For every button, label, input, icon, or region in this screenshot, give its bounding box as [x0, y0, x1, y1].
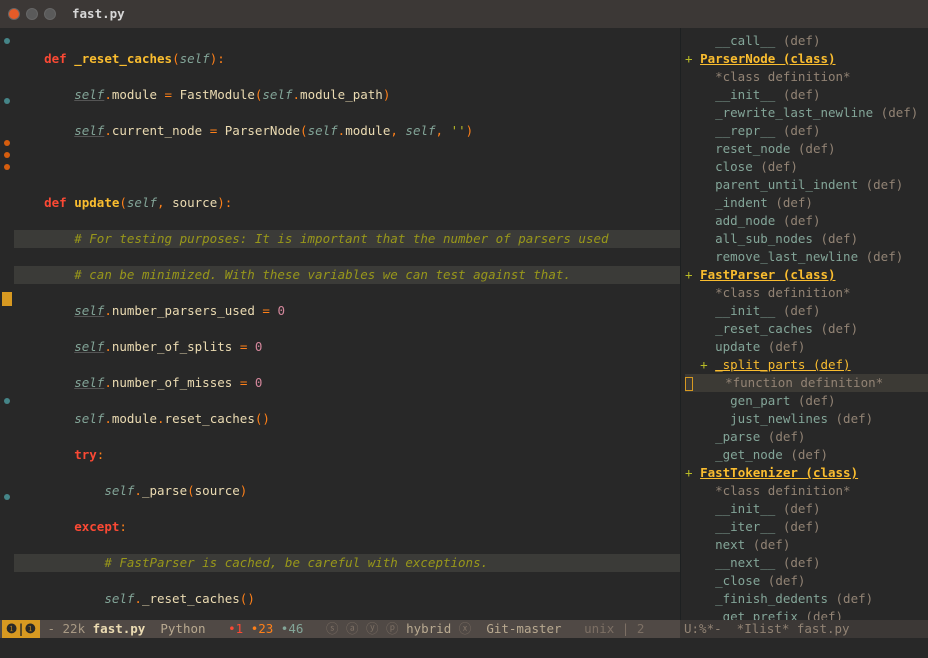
outline-item[interactable]: just_newlines (def) — [685, 410, 928, 428]
outline-item[interactable]: *function definition* — [685, 374, 928, 392]
flycheck-error: •1 — [213, 620, 243, 638]
outline-item[interactable]: remove_last_newline (def) — [685, 248, 928, 266]
outline-item[interactable]: _get_prefix (def) — [685, 608, 928, 620]
gutter-dot — [4, 494, 10, 500]
outline-item[interactable]: *class definition* — [685, 68, 928, 86]
buffer-name: fast.py — [93, 620, 146, 638]
titlebar: fast.py — [0, 0, 928, 28]
minor-modes: ⓢ ⓐ ⓨ ⓟ — [318, 620, 406, 638]
xmark-icon: ⓧ — [451, 620, 486, 638]
outline-item[interactable]: update (def) — [685, 338, 928, 356]
close-icon[interactable] — [8, 8, 20, 20]
outline-item[interactable]: __iter__ (def) — [685, 518, 928, 536]
gutter-dot — [4, 140, 10, 146]
minimize-icon[interactable] — [26, 8, 38, 20]
window-title: fast.py — [72, 5, 125, 23]
outline-item[interactable]: _parse (def) — [685, 428, 928, 446]
fringe — [0, 28, 14, 620]
cursor-marker — [2, 292, 12, 306]
outline-item[interactable]: __init__ (def) — [685, 302, 928, 320]
outline-item[interactable]: + _split_parts (def) — [685, 356, 928, 374]
outline-item[interactable]: all_sub_nodes (def) — [685, 230, 928, 248]
modeline-right[interactable]: U:%*- *Ilist* fast.py — [680, 620, 928, 638]
outline-item[interactable]: _get_node (def) — [685, 446, 928, 464]
outline-item[interactable]: _close (def) — [685, 572, 928, 590]
outline-item[interactable]: __init__ (def) — [685, 500, 928, 518]
encoding: unix | 2 — [562, 620, 645, 638]
outline-item[interactable]: _reset_caches (def) — [685, 320, 928, 338]
outline-item[interactable]: *class definition* — [685, 482, 928, 500]
modeline-left[interactable]: ❶|❶ - 22k fast.py Python •1 •23 •46 ⓢ ⓐ … — [0, 620, 680, 638]
outline-item[interactable]: reset_node (def) — [685, 140, 928, 158]
outline-item[interactable]: _finish_dedents (def) — [685, 590, 928, 608]
outline-item[interactable]: parent_until_indent (def) — [685, 176, 928, 194]
outline-item[interactable]: __call__ (def) — [685, 32, 928, 50]
vc-branch: Git-master — [486, 620, 561, 638]
outline-item[interactable]: __repr__ (def) — [685, 122, 928, 140]
outline-item[interactable]: next (def) — [685, 536, 928, 554]
gutter-dot — [4, 152, 10, 158]
minibuffer[interactable] — [0, 638, 928, 658]
flycheck-info: •46 — [273, 620, 318, 638]
outline-item[interactable]: __next__ (def) — [685, 554, 928, 572]
outline-item[interactable]: close (def) — [685, 158, 928, 176]
flycheck-warn: •23 — [243, 620, 273, 638]
outline-class[interactable]: + FastParser (class) — [685, 266, 928, 284]
outline-item[interactable]: _indent (def) — [685, 194, 928, 212]
outline-item[interactable]: *class definition* — [685, 284, 928, 302]
maximize-icon[interactable] — [44, 8, 56, 20]
outline-pane[interactable]: __call__ (def) + ParserNode (class) *cla… — [680, 28, 928, 620]
outline-item[interactable]: __init__ (def) — [685, 86, 928, 104]
outline-item[interactable]: add_node (def) — [685, 212, 928, 230]
editor-pane[interactable]: def _reset_caches(self): self.module = F… — [0, 28, 680, 620]
modeline: ❶|❶ - 22k fast.py Python •1 •23 •46 ⓢ ⓐ … — [0, 620, 928, 638]
main-area: def _reset_caches(self): self.module = F… — [0, 28, 928, 620]
outline-item[interactable]: _rewrite_last_newline (def) — [685, 104, 928, 122]
outline-item[interactable]: gen_part (def) — [685, 392, 928, 410]
major-mode: Python — [145, 620, 213, 638]
evil-state: hybrid — [406, 620, 451, 638]
buffer-size: - 22k — [40, 620, 93, 638]
state-icon: ❶|❶ — [2, 620, 40, 638]
outline-class[interactable]: + ParserNode (class) — [685, 50, 928, 68]
code-area[interactable]: def _reset_caches(self): self.module = F… — [14, 28, 680, 620]
outline-class[interactable]: + FastTokenizer (class) — [685, 464, 928, 482]
modeline-right-text: U:%*- *Ilist* fast.py — [684, 620, 895, 638]
